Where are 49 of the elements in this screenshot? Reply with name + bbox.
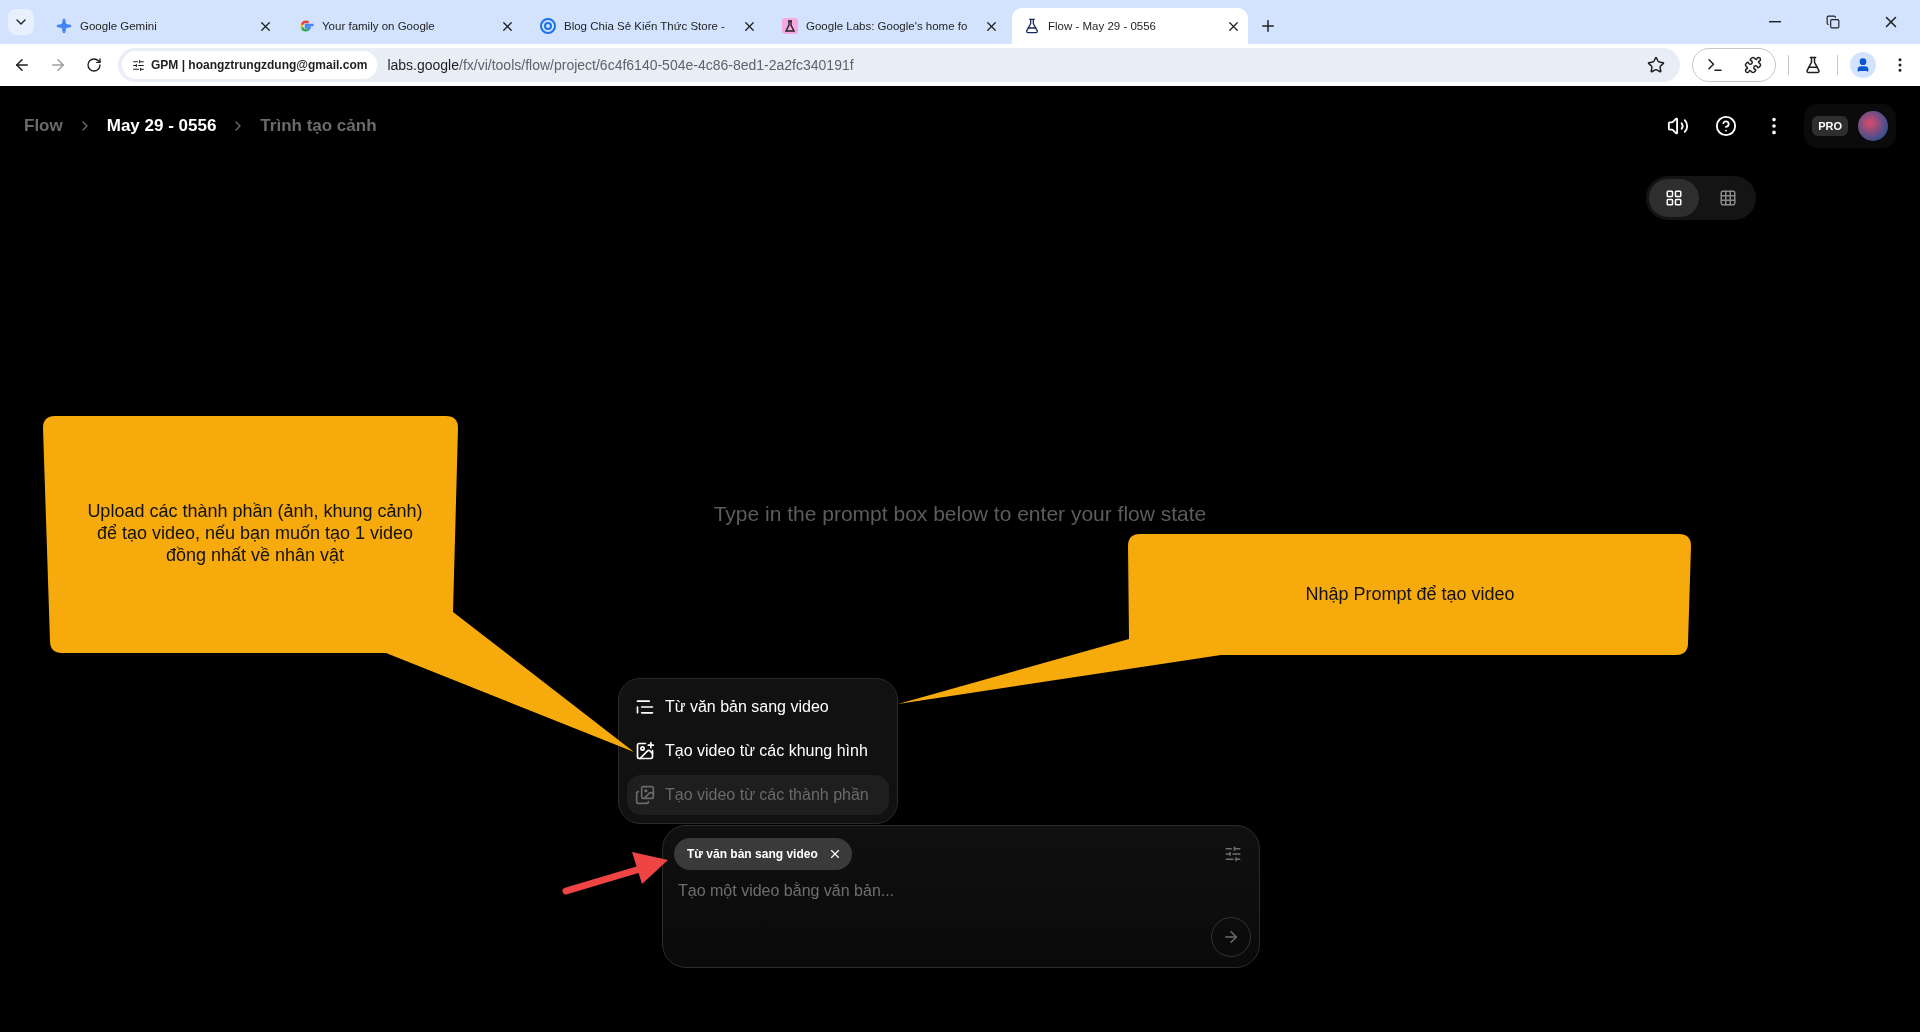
flask-icon [782,18,798,34]
images-icon [635,785,655,805]
menu-item[interactable]: Từ văn bản sang video [627,687,889,727]
grid-icon [1665,189,1683,207]
tab-title: Google Labs: Google's home fo [806,20,969,32]
empty-state-text: Type in the prompt box below to enter your flow state [713,502,1207,526]
flask-icon [1024,18,1040,34]
tab-search-button[interactable] [8,9,34,35]
grid-icon [1719,189,1737,207]
arrow-right-icon [49,56,67,74]
site-chip-text: GPM | hoangztrungzdung@gmail.com [151,58,368,72]
sliders-icon [132,58,145,72]
address-bar[interactable]: GPM | hoangztrungzdung@gmail.com labs.google/fx/vi/tools/flow/project/6c4f6140-504e-4c86-8ed1-2a2fc340191f [118,48,1680,82]
restore-icon [1826,15,1840,29]
arrow-right-icon [1222,928,1240,946]
google-logo-icon [298,18,314,34]
plus-icon [1259,17,1277,35]
account-pill[interactable]: PRO [1804,104,1896,148]
browser-tab[interactable]: Blog Chia Sẻ Kiến Thức Store - [528,8,764,44]
url-text: labs.google/fx/vi/tools/flow/project/6c4f6140-504e-4c86-8ed1-2a2fc340191f [387,57,855,73]
text-lines-icon [635,697,655,717]
profile-avatar[interactable] [1850,52,1876,78]
callout-text: Nhập Prompt để tạo video [1304,583,1516,605]
tab-title: Flow - May 29 - 0556 [1048,20,1157,32]
settings-icon [1224,845,1242,863]
site-info-chip[interactable]: GPM | hoangztrungzdung@gmail.com [122,51,378,79]
breadcrumb-link[interactable]: Flow [24,116,63,136]
browser-tab[interactable]: Your family on Google [286,8,522,44]
mode-chip-label: Từ văn bản sang video [687,847,818,861]
callout-text: Upload các thành phần (ảnh, khung cảnh) để tạo video, nếu bạn muốn tạo 1 video đồng nhất về nhân vật [86,500,424,566]
browser-tab[interactable]: Flow - May 29 - 0556 [1012,8,1248,44]
reload-icon [86,57,102,73]
minimize-icon [1769,21,1781,23]
sparkle-icon [56,18,72,34]
help-icon[interactable] [1714,114,1739,138]
mode-chip[interactable]: Từ văn bản sang video [674,838,852,870]
view-toggle-button[interactable] [1649,179,1699,217]
menu-item[interactable]: Tạo video từ các khung hình [627,731,889,771]
tab-title: Your family on Google [322,20,436,32]
prompt-input[interactable]: Tạo một video bằng văn bản... [674,882,1245,900]
breadcrumb-link[interactable]: Trình tạo cảnh [260,116,377,136]
breadcrumb-link[interactable]: May 29 - 0556 [106,116,217,136]
pro-badge: PRO [1812,116,1848,136]
tab-title: Blog Chia Sẻ Kiến Thức Store - [564,20,726,32]
image-icon [635,741,655,761]
browser-tab[interactable]: Google Labs: Google's home fo [770,8,1006,44]
avatar [1858,111,1888,141]
tab-title: Google Gemini [80,20,158,32]
browser-tab[interactable]: Google Gemini [44,8,280,44]
